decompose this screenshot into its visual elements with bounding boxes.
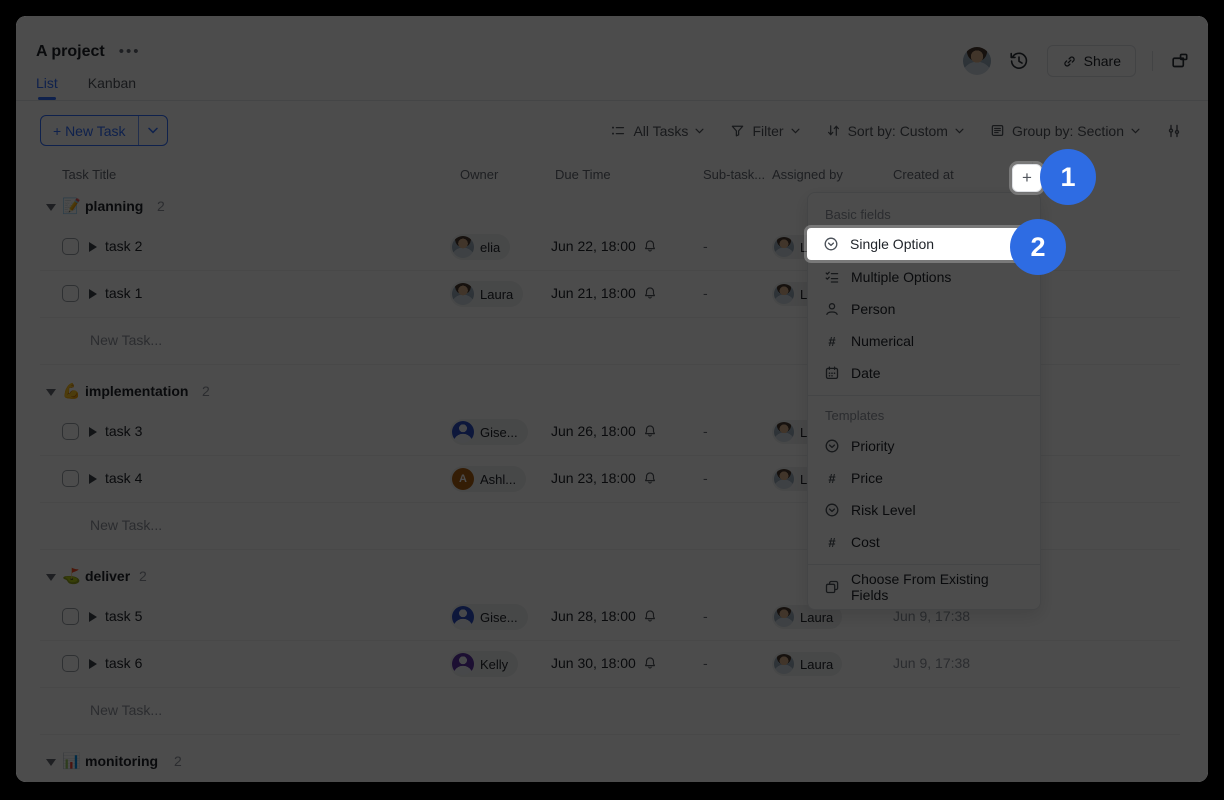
- task-app-window: A project ••• Share: [16, 16, 1208, 782]
- tutorial-step-badge-2: 2: [1010, 219, 1066, 275]
- single-option-icon: [823, 236, 839, 252]
- tutorial-dim-overlay: [16, 16, 1208, 782]
- menu-item-single-option-highlighted[interactable]: Single Option: [807, 228, 1041, 260]
- tutorial-step-badge-1: 1: [1040, 149, 1096, 205]
- add-column-button-highlighted[interactable]: +: [1012, 164, 1042, 192]
